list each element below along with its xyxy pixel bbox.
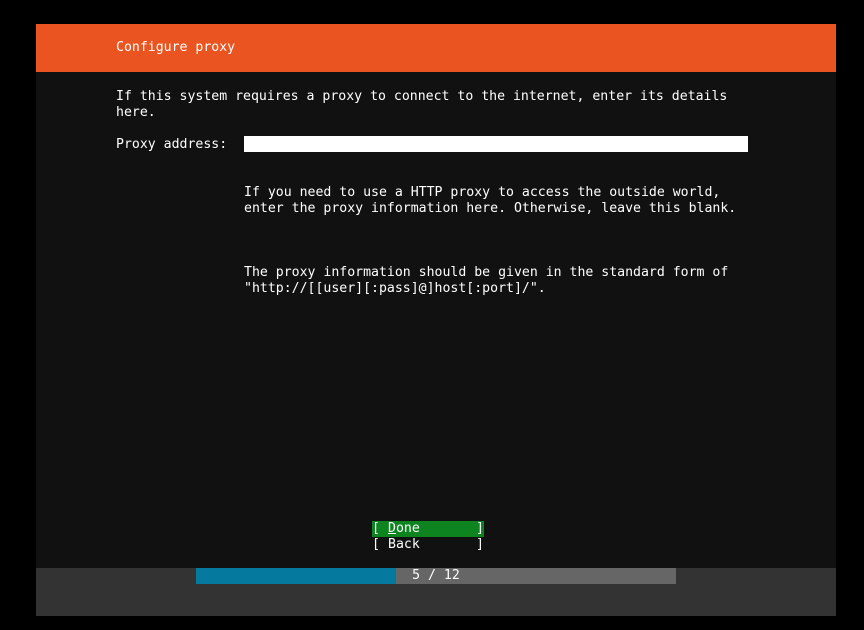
- intro-text: If this system requires a proxy to conne…: [116, 89, 728, 120]
- done-button[interactable]: [ Done ]: [372, 521, 484, 537]
- done-button-label: Done: [388, 521, 420, 536]
- progress-text: 5 / 12: [412, 568, 460, 583]
- footer-bar: 5 / 12: [36, 568, 836, 616]
- header-bar: Configure proxy: [36, 24, 836, 72]
- page-title: Configure proxy: [116, 40, 236, 55]
- proxy-address-input[interactable]: [244, 136, 748, 152]
- proxy-address-label: Proxy address:: [116, 137, 228, 152]
- back-open-bracket: [: [372, 537, 380, 552]
- back-button[interactable]: [ Back ]: [372, 537, 484, 553]
- installer-screen: Configure proxy If this system requires …: [36, 24, 836, 616]
- back-button-label: Back: [388, 537, 420, 552]
- back-close-bracket: ]: [476, 537, 484, 552]
- proxy-help-text: If you need to use a HTTP proxy to acces…: [244, 153, 804, 329]
- help-paragraph-usage: If you need to use a HTTP proxy to acces…: [244, 185, 737, 216]
- done-close-bracket: ]: [476, 521, 484, 536]
- progress-bar: 5 / 12: [196, 568, 676, 584]
- done-open-bracket: [: [372, 521, 380, 536]
- help-paragraph-format: The proxy information should be given in…: [244, 265, 729, 296]
